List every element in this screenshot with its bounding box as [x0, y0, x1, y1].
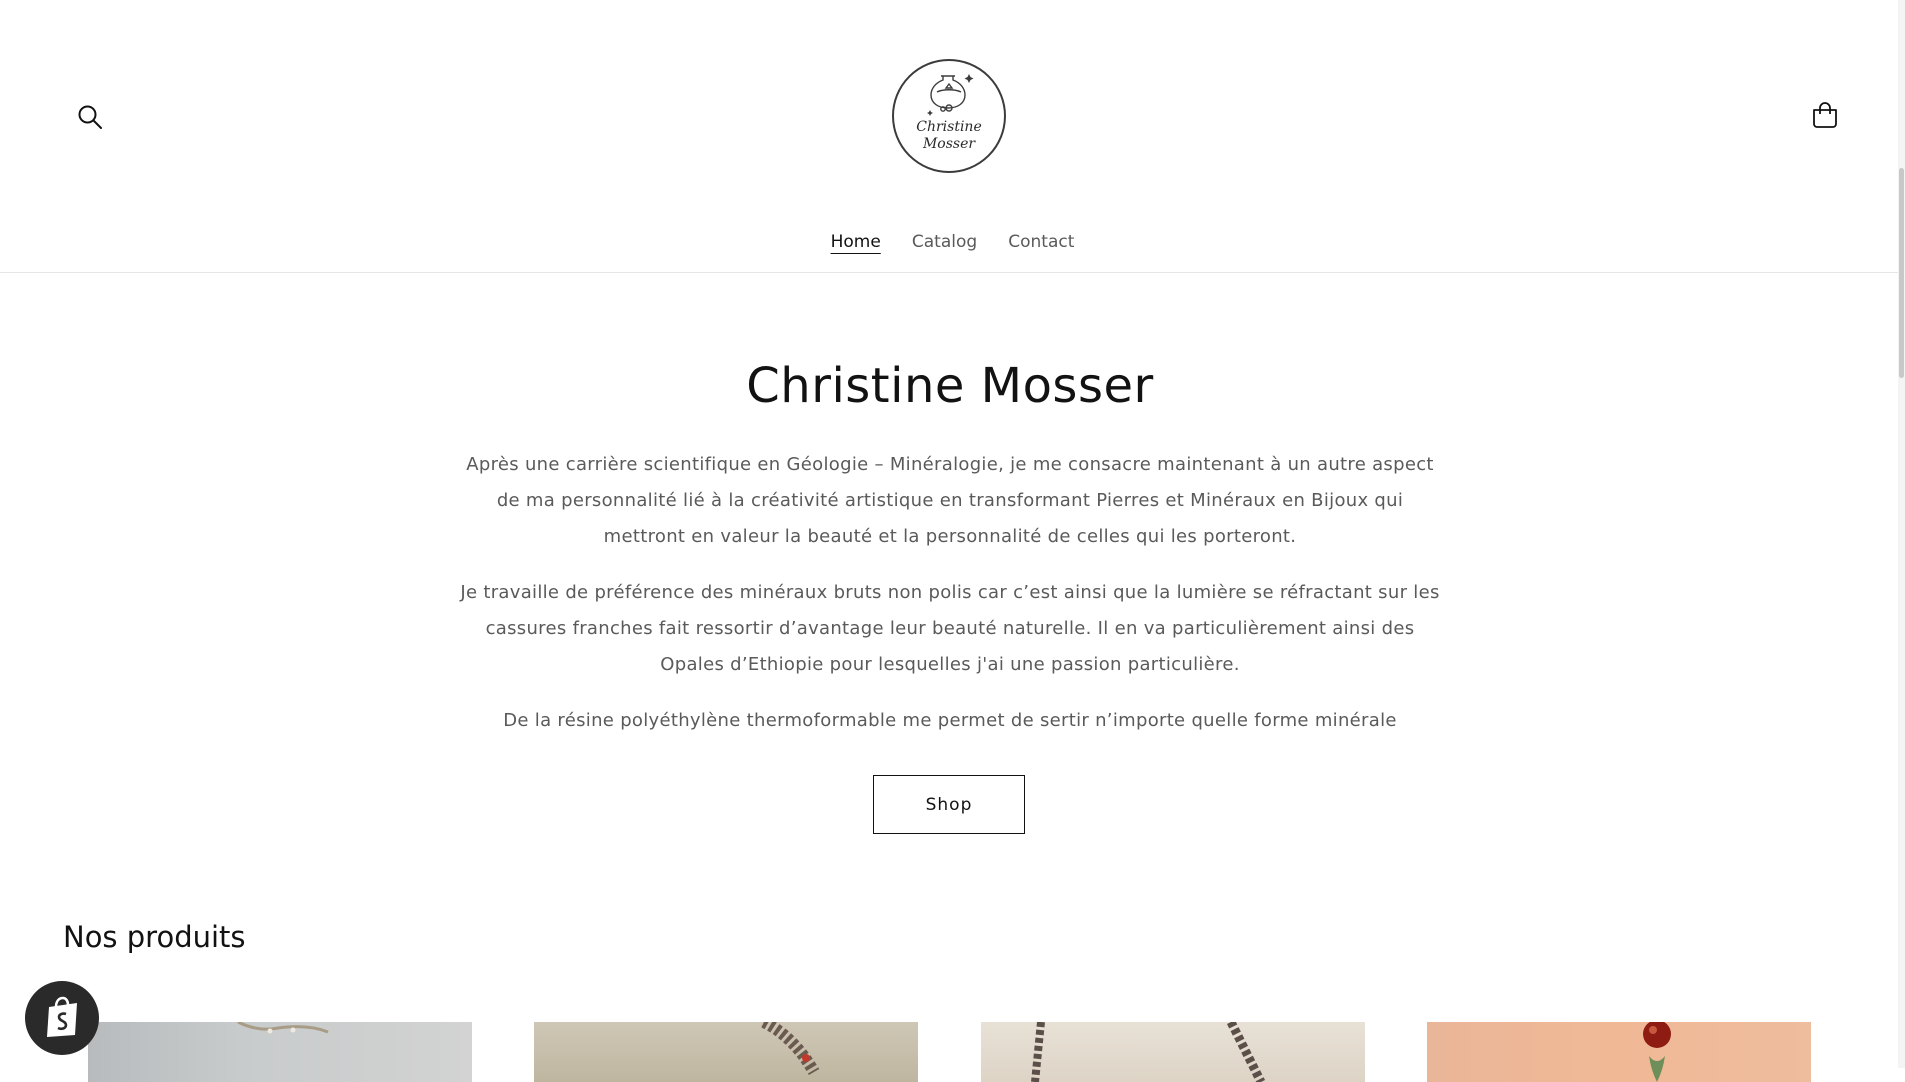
shopify-badge[interactable]: [25, 981, 99, 1055]
product-card-image-2[interactable]: [534, 1022, 918, 1082]
product-card-image-4[interactable]: [1427, 1022, 1811, 1082]
hero-paragraph-2: Je travaille de préférence des minéraux …: [460, 582, 1440, 675]
cart-button[interactable]: [1810, 101, 1840, 131]
product-card-image-3[interactable]: [981, 1022, 1365, 1082]
nav-item-catalog[interactable]: Catalog: [912, 232, 977, 252]
search-button[interactable]: [76, 103, 104, 131]
hero-title: Christine Mosser: [746, 358, 1154, 414]
site-header: Christine Mosser Home Catalog Contact: [0, 0, 1905, 273]
main-nav: Home Catalog Contact: [0, 232, 1905, 252]
page-scrollbar-track: [1898, 0, 1905, 1068]
logo-text-line2: Mosser: [922, 136, 976, 152]
page-scrollbar-thumb[interactable]: [1899, 168, 1904, 378]
cart-icon: [1813, 102, 1837, 128]
hero-paragraph-1: Après une carrière scientifique en Géolo…: [466, 454, 1434, 547]
product-card-image-1[interactable]: [88, 1022, 472, 1082]
shop-button[interactable]: Shop: [873, 775, 1025, 834]
shopify-bag-icon: [47, 996, 77, 1037]
products-section-title: Nos produits: [63, 920, 246, 954]
site-logo[interactable]: Christine Mosser: [891, 58, 1007, 174]
logo-text-line1: Christine: [916, 119, 982, 135]
hero-paragraph-3: De la résine polyéthylène thermoformable…: [503, 710, 1397, 731]
search-icon: [78, 105, 102, 129]
nav-item-home[interactable]: Home: [831, 232, 881, 252]
nav-item-contact[interactable]: Contact: [1008, 232, 1074, 252]
